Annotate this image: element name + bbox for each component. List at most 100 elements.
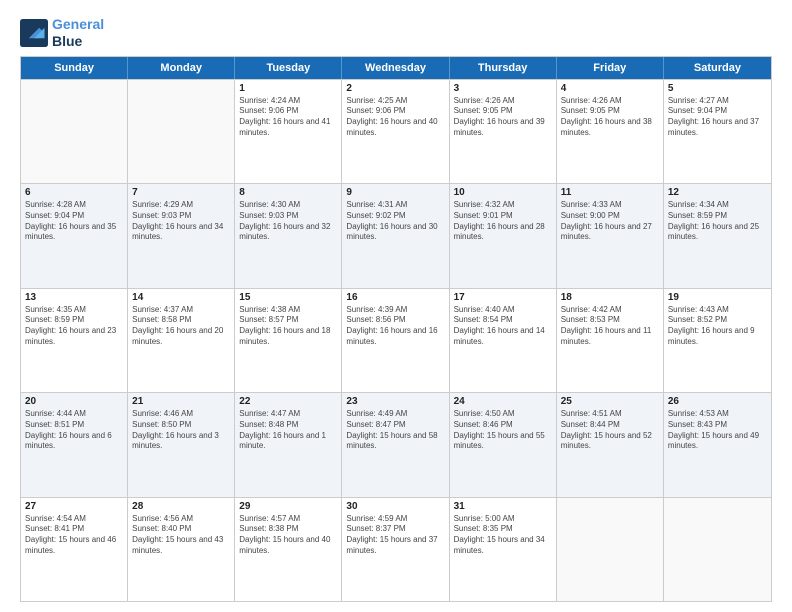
day-number: 10 xyxy=(454,187,552,198)
day-number: 24 xyxy=(454,396,552,407)
calendar-cell: 8 Sunrise: 4:30 AM Sunset: 9:03 PM Daylig… xyxy=(235,184,342,287)
calendar-cell: 31 Sunrise: 5:00 AM Sunset: 8:35 PM Dayli… xyxy=(450,498,557,601)
day-info: Sunrise: 4:33 AM Sunset: 9:00 PM Dayligh… xyxy=(561,200,659,243)
day-info: Sunrise: 4:56 AM Sunset: 8:40 PM Dayligh… xyxy=(132,514,230,557)
calendar-header: SundayMondayTuesdayWednesdayThursdayFrid… xyxy=(21,57,771,79)
day-info: Sunrise: 4:38 AM Sunset: 8:57 PM Dayligh… xyxy=(239,305,337,348)
day-info: Sunrise: 4:32 AM Sunset: 9:01 PM Dayligh… xyxy=(454,200,552,243)
calendar-cell: 29 Sunrise: 4:57 AM Sunset: 8:38 PM Dayli… xyxy=(235,498,342,601)
calendar-cell: 1 Sunrise: 4:24 AM Sunset: 9:06 PM Daylig… xyxy=(235,80,342,183)
logo-text-line2: Blue xyxy=(52,33,104,50)
calendar-cell: 26 Sunrise: 4:53 AM Sunset: 8:43 PM Dayli… xyxy=(664,393,771,496)
calendar-cell: 16 Sunrise: 4:39 AM Sunset: 8:56 PM Dayli… xyxy=(342,289,449,392)
day-number: 4 xyxy=(561,83,659,94)
day-info: Sunrise: 4:37 AM Sunset: 8:58 PM Dayligh… xyxy=(132,305,230,348)
day-info: Sunrise: 4:26 AM Sunset: 9:05 PM Dayligh… xyxy=(454,96,552,139)
day-info: Sunrise: 4:40 AM Sunset: 8:54 PM Dayligh… xyxy=(454,305,552,348)
day-info: Sunrise: 4:39 AM Sunset: 8:56 PM Dayligh… xyxy=(346,305,444,348)
calendar-cell: 13 Sunrise: 4:35 AM Sunset: 8:59 PM Dayli… xyxy=(21,289,128,392)
calendar-cell xyxy=(21,80,128,183)
calendar-cell: 28 Sunrise: 4:56 AM Sunset: 8:40 PM Dayli… xyxy=(128,498,235,601)
weekday-header-sunday: Sunday xyxy=(21,57,128,79)
logo-text-line1: General xyxy=(52,16,104,33)
day-number: 21 xyxy=(132,396,230,407)
day-info: Sunrise: 4:51 AM Sunset: 8:44 PM Dayligh… xyxy=(561,409,659,452)
day-number: 31 xyxy=(454,501,552,512)
day-info: Sunrise: 4:54 AM Sunset: 8:41 PM Dayligh… xyxy=(25,514,123,557)
weekday-header-monday: Monday xyxy=(128,57,235,79)
day-info: Sunrise: 4:31 AM Sunset: 9:02 PM Dayligh… xyxy=(346,200,444,243)
calendar-row: 13 Sunrise: 4:35 AM Sunset: 8:59 PM Dayli… xyxy=(21,288,771,392)
day-number: 19 xyxy=(668,292,767,303)
day-number: 29 xyxy=(239,501,337,512)
calendar-body: 1 Sunrise: 4:24 AM Sunset: 9:06 PM Daylig… xyxy=(21,79,771,601)
day-info: Sunrise: 4:50 AM Sunset: 8:46 PM Dayligh… xyxy=(454,409,552,452)
day-info: Sunrise: 4:30 AM Sunset: 9:03 PM Dayligh… xyxy=(239,200,337,243)
day-number: 9 xyxy=(346,187,444,198)
calendar-cell: 14 Sunrise: 4:37 AM Sunset: 8:58 PM Dayli… xyxy=(128,289,235,392)
day-number: 11 xyxy=(561,187,659,198)
calendar-cell: 2 Sunrise: 4:25 AM Sunset: 9:06 PM Daylig… xyxy=(342,80,449,183)
logo-icon xyxy=(20,19,48,47)
weekday-header-wednesday: Wednesday xyxy=(342,57,449,79)
day-info: Sunrise: 4:53 AM Sunset: 8:43 PM Dayligh… xyxy=(668,409,767,452)
calendar-cell: 4 Sunrise: 4:26 AM Sunset: 9:05 PM Daylig… xyxy=(557,80,664,183)
day-number: 2 xyxy=(346,83,444,94)
calendar-cell: 5Sunrise: 4:27 AM Sunset: 9:04 PM Daylig… xyxy=(664,80,771,183)
day-number: 18 xyxy=(561,292,659,303)
calendar-cell: 30 Sunrise: 4:59 AM Sunset: 8:37 PM Dayli… xyxy=(342,498,449,601)
day-number: 27 xyxy=(25,501,123,512)
calendar-cell xyxy=(128,80,235,183)
day-info: Sunrise: 4:44 AM Sunset: 8:51 PM Dayligh… xyxy=(25,409,123,452)
day-info: Sunrise: 4:42 AM Sunset: 8:53 PM Dayligh… xyxy=(561,305,659,348)
day-info: Sunrise: 4:35 AM Sunset: 8:59 PM Dayligh… xyxy=(25,305,123,348)
calendar-cell: 27 Sunrise: 4:54 AM Sunset: 8:41 PM Dayli… xyxy=(21,498,128,601)
day-info: Sunrise: 4:24 AM Sunset: 9:06 PM Dayligh… xyxy=(239,96,337,139)
calendar-cell: 12 Sunrise: 4:34 AM Sunset: 8:59 PM Dayli… xyxy=(664,184,771,287)
calendar-cell: 11 Sunrise: 4:33 AM Sunset: 9:00 PM Dayli… xyxy=(557,184,664,287)
weekday-header-saturday: Saturday xyxy=(664,57,771,79)
day-number: 16 xyxy=(346,292,444,303)
calendar-cell: 23 Sunrise: 4:49 AM Sunset: 8:47 PM Dayli… xyxy=(342,393,449,496)
calendar-row: 1 Sunrise: 4:24 AM Sunset: 9:06 PM Daylig… xyxy=(21,79,771,183)
calendar-cell: 17Sunrise: 4:40 AM Sunset: 8:54 PM Dayli… xyxy=(450,289,557,392)
day-info: Sunrise: 4:49 AM Sunset: 8:47 PM Dayligh… xyxy=(346,409,444,452)
calendar-cell: 19 Sunrise: 4:43 AM Sunset: 8:52 PM Dayli… xyxy=(664,289,771,392)
day-number: 26 xyxy=(668,396,767,407)
day-number: 13 xyxy=(25,292,123,303)
calendar-row: 6 Sunrise: 4:28 AM Sunset: 9:04 PM Daylig… xyxy=(21,183,771,287)
day-number: 8 xyxy=(239,187,337,198)
day-number: 7 xyxy=(132,187,230,198)
logo: General Blue xyxy=(20,16,104,50)
weekday-header-tuesday: Tuesday xyxy=(235,57,342,79)
day-number: 28 xyxy=(132,501,230,512)
weekday-header-friday: Friday xyxy=(557,57,664,79)
calendar: SundayMondayTuesdayWednesdayThursdayFrid… xyxy=(20,56,772,602)
calendar-cell: 21Sunrise: 4:46 AM Sunset: 8:50 PM Dayli… xyxy=(128,393,235,496)
day-info: Sunrise: 4:27 AM Sunset: 9:04 PM Dayligh… xyxy=(668,96,767,139)
day-info: Sunrise: 4:43 AM Sunset: 8:52 PM Dayligh… xyxy=(668,305,767,348)
day-info: Sunrise: 4:28 AM Sunset: 9:04 PM Dayligh… xyxy=(25,200,123,243)
calendar-cell: 10 Sunrise: 4:32 AM Sunset: 9:01 PM Dayli… xyxy=(450,184,557,287)
day-number: 15 xyxy=(239,292,337,303)
day-info: Sunrise: 4:57 AM Sunset: 8:38 PM Dayligh… xyxy=(239,514,337,557)
day-info: Sunrise: 4:29 AM Sunset: 9:03 PM Dayligh… xyxy=(132,200,230,243)
calendar-row: 27 Sunrise: 4:54 AM Sunset: 8:41 PM Dayli… xyxy=(21,497,771,601)
day-number: 20 xyxy=(25,396,123,407)
day-number: 23 xyxy=(346,396,444,407)
day-number: 30 xyxy=(346,501,444,512)
calendar-cell xyxy=(664,498,771,601)
calendar-cell: 25Sunrise: 4:51 AM Sunset: 8:44 PM Dayli… xyxy=(557,393,664,496)
weekday-header-thursday: Thursday xyxy=(450,57,557,79)
day-info: Sunrise: 4:59 AM Sunset: 8:37 PM Dayligh… xyxy=(346,514,444,557)
day-number: 14 xyxy=(132,292,230,303)
day-info: Sunrise: 5:00 AM Sunset: 8:35 PM Dayligh… xyxy=(454,514,552,557)
day-number: 12 xyxy=(668,187,767,198)
calendar-cell: 20 Sunrise: 4:44 AM Sunset: 8:51 PM Dayli… xyxy=(21,393,128,496)
calendar-cell: 15 Sunrise: 4:38 AM Sunset: 8:57 PM Dayli… xyxy=(235,289,342,392)
day-info: Sunrise: 4:34 AM Sunset: 8:59 PM Dayligh… xyxy=(668,200,767,243)
day-number: 1 xyxy=(239,83,337,94)
day-number: 6 xyxy=(25,187,123,198)
day-info: Sunrise: 4:25 AM Sunset: 9:06 PM Dayligh… xyxy=(346,96,444,139)
day-info: Sunrise: 4:26 AM Sunset: 9:05 PM Dayligh… xyxy=(561,96,659,139)
